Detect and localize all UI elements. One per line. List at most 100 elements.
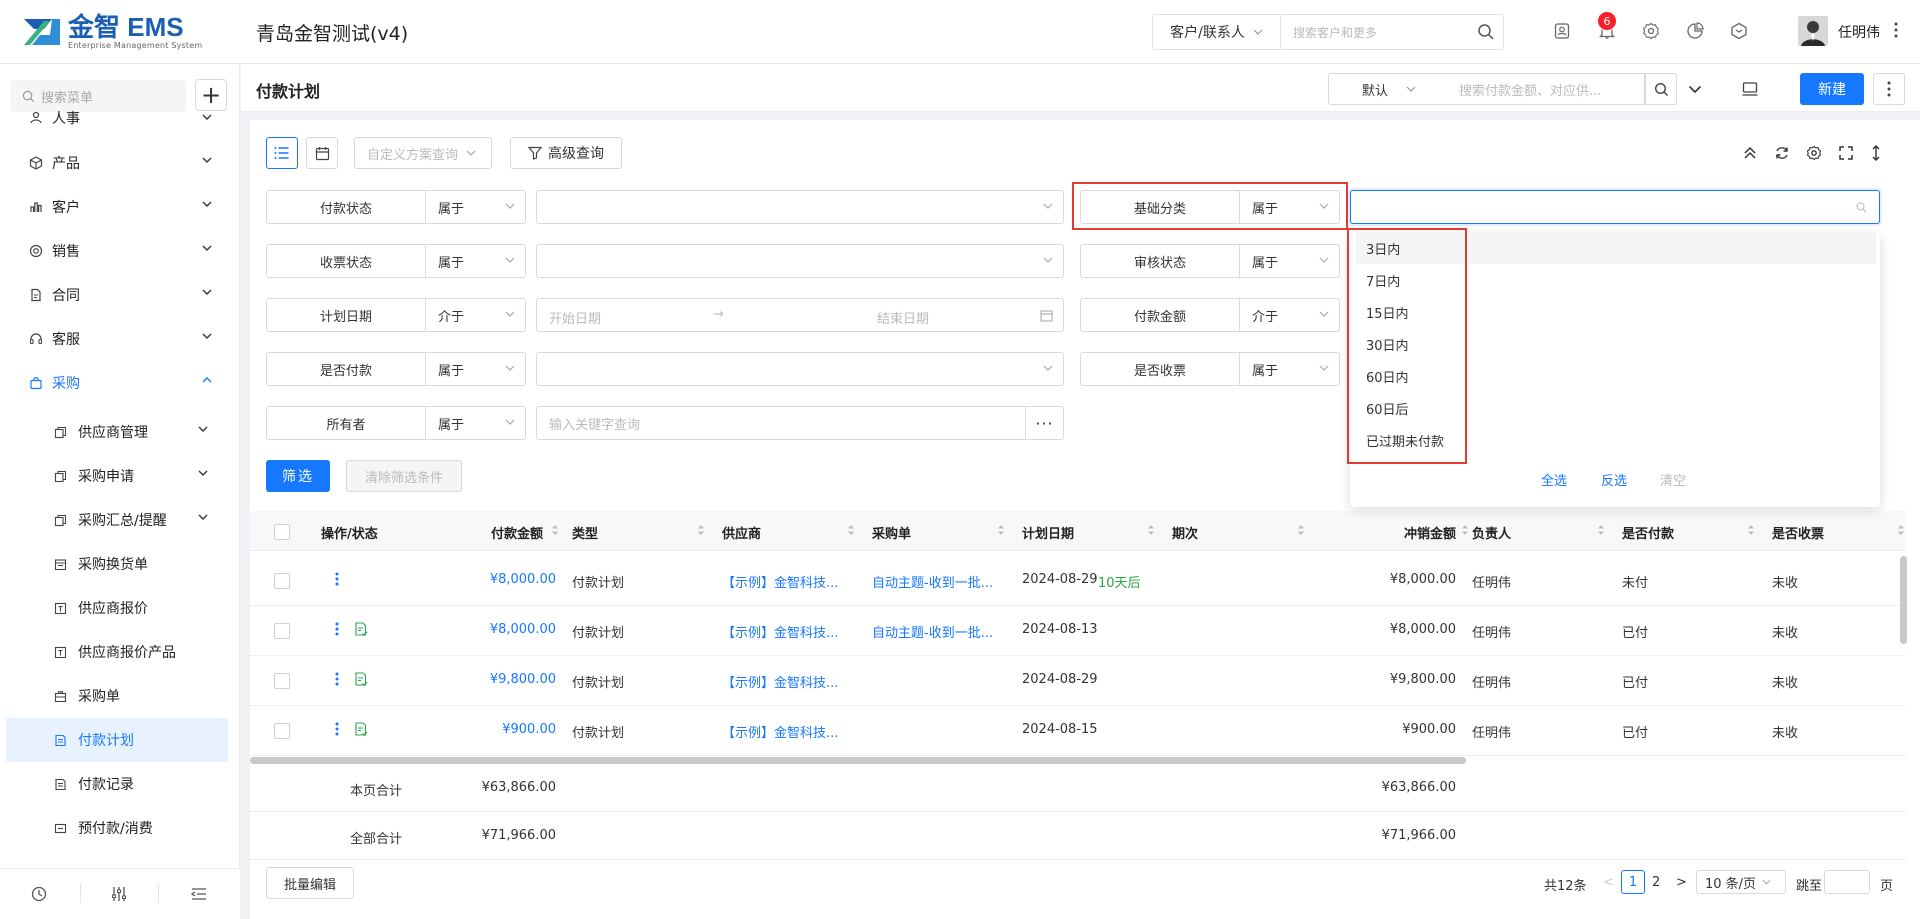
sidebar-subitem-supplier-management[interactable]: 供应商管理 [6, 410, 228, 454]
sort-icon[interactable] [551, 523, 559, 537]
filter-operator-select[interactable]: 介于 [1240, 298, 1340, 332]
page-search-button[interactable] [1645, 73, 1677, 105]
monitor-icon[interactable] [1741, 80, 1759, 98]
column-header-is-invoiced[interactable]: 是否收票 [1772, 523, 1824, 542]
collapse-up-icon[interactable] [1740, 143, 1760, 163]
sort-icon[interactable] [997, 523, 1005, 537]
company-name[interactable]: 青岛金智测试(v4) [256, 19, 408, 46]
app-logo[interactable]: 金智 EMS Enterprise Management System [22, 14, 202, 50]
sort-icon[interactable] [1747, 523, 1755, 537]
amount-cell[interactable]: ¥9,800.00 [430, 672, 556, 687]
filter-operator-select[interactable]: 属于 [426, 406, 526, 440]
sidebar-subitem-purchase-summary[interactable]: 采购汇总/提醒 [6, 498, 228, 542]
sort-icon[interactable] [1297, 523, 1305, 537]
column-header-order[interactable]: 采购单 [872, 523, 911, 542]
amount-cell[interactable]: ¥8,000.00 [430, 572, 556, 587]
row-checkbox[interactable] [274, 723, 290, 739]
select-all-checkbox[interactable] [274, 524, 290, 540]
is-paid-select[interactable] [536, 352, 1064, 386]
global-search-input[interactable]: 搜索客户和更多 [1281, 24, 1469, 41]
fullscreen-icon[interactable] [1836, 143, 1856, 163]
owner-picker-button[interactable]: ··· [1025, 406, 1064, 440]
calendar-view-button[interactable] [306, 137, 338, 169]
column-header-supplier[interactable]: 供应商 [722, 523, 761, 542]
filter-operator-select[interactable]: 属于 [1240, 244, 1340, 278]
approval-doc-icon[interactable] [354, 672, 368, 687]
clear-filter-button[interactable]: 清除筛选条件 [346, 460, 462, 492]
invert-selection-link[interactable]: 反选 [1601, 470, 1627, 489]
column-header-type[interactable]: 类型 [572, 523, 598, 542]
sidebar-subitem-supplier-quote-product[interactable]: 供应商报价产品 [6, 630, 228, 674]
page-search-input[interactable]: 搜索付款金额、对应供... [1449, 73, 1645, 105]
column-header-owner[interactable]: 负责人 [1472, 523, 1511, 542]
list-view-button[interactable] [266, 137, 298, 169]
collapse-menu-icon[interactable] [190, 885, 208, 903]
sidebar-subitem-supplier-quote[interactable]: 供应商报价 [6, 586, 228, 630]
search-icon[interactable] [1469, 23, 1503, 41]
invoice-status-select[interactable] [536, 244, 1064, 278]
supplier-link[interactable]: 【示例】金智科技... [722, 672, 838, 691]
owner-keyword-input[interactable]: 输入关键字查询 [536, 406, 1026, 440]
filter-button[interactable]: 筛选 [266, 460, 330, 492]
user-name[interactable]: 任明伟 [1838, 22, 1880, 42]
prev-page-icon[interactable]: < [1603, 875, 1614, 890]
contact-card-icon[interactable] [1551, 20, 1573, 42]
page-size-select[interactable]: 10 条/页 [1696, 870, 1786, 894]
sidebar-item-customer[interactable]: 客户 [0, 187, 232, 227]
horizontal-scrollbar[interactable] [250, 757, 1466, 764]
advanced-query-button[interactable]: 高级查询 [510, 137, 622, 169]
sort-icon[interactable] [1897, 523, 1905, 537]
search-scope-select[interactable]: 客户/联系人 [1153, 15, 1281, 49]
row-checkbox[interactable] [274, 623, 290, 639]
sidebar-item-product[interactable]: 产品 [0, 143, 232, 183]
filter-operator-select[interactable]: 属于 [426, 244, 526, 278]
filter-operator-select[interactable]: 属于 [426, 190, 526, 224]
row-actions-icon[interactable] [335, 572, 339, 586]
sidebar-item-sales[interactable]: 销售 [0, 231, 232, 271]
order-link[interactable]: 自动主题-收到一批... [872, 622, 993, 641]
filter-operator-select[interactable]: 属于 [1240, 352, 1340, 386]
sort-icon[interactable] [1147, 523, 1155, 537]
approval-doc-icon[interactable] [354, 622, 368, 637]
avatar[interactable] [1798, 16, 1828, 46]
page-1-button[interactable]: 1 [1621, 870, 1645, 894]
date-end-input[interactable]: 结束日期 [877, 308, 929, 327]
sort-icon[interactable] [847, 523, 855, 537]
filter-operator-select[interactable]: 属于 [1240, 190, 1340, 224]
vertical-scrollbar[interactable] [1900, 556, 1907, 644]
history-icon[interactable] [30, 885, 48, 903]
amount-cell[interactable]: ¥900.00 [430, 722, 556, 737]
column-header-is-paid[interactable]: 是否付款 [1622, 523, 1674, 542]
column-header-offset[interactable]: 冲销金额 [1380, 523, 1456, 542]
column-header-plan-date[interactable]: 计划日期 [1022, 523, 1074, 542]
row-checkbox[interactable] [274, 573, 290, 589]
row-checkbox[interactable] [274, 673, 290, 689]
goto-page-input[interactable] [1824, 870, 1870, 894]
table-row[interactable]: ¥9,800.00 付款计划 【示例】金智科技... 2024-08-29 ¥9,800… [250, 656, 1906, 706]
sidebar-item-hr[interactable]: 人事 [0, 100, 232, 136]
page-2-button[interactable]: 2 [1652, 875, 1660, 890]
sidebar-subitem-purchase-order[interactable]: 采购单 [6, 674, 228, 718]
batch-edit-button[interactable]: 批量编辑 [266, 867, 354, 899]
settings-icon[interactable] [1804, 143, 1824, 163]
sidebar-subitem-prepayment[interactable]: 预付款/消费 [6, 806, 228, 850]
order-link[interactable]: 自动主题-收到一批... [872, 572, 993, 591]
column-header-period[interactable]: 期次 [1172, 523, 1198, 542]
sidebar-subitem-payment-record[interactable]: 付款记录 [6, 762, 228, 806]
chevron-down-icon[interactable] [1688, 85, 1702, 94]
more-vertical-icon[interactable] [1894, 22, 1898, 38]
row-actions-icon[interactable] [335, 622, 339, 636]
sort-icon[interactable] [697, 523, 705, 537]
sort-icon[interactable] [1597, 523, 1605, 537]
select-all-link[interactable]: 全选 [1541, 470, 1567, 489]
row-height-icon[interactable] [1866, 143, 1886, 163]
sidebar-subitem-purchase-request[interactable]: 采购申请 [6, 454, 228, 498]
sidebar-subitem-payment-plan[interactable]: 付款计划 [6, 718, 228, 762]
filter-operator-select[interactable]: 介于 [426, 298, 526, 332]
approval-doc-icon[interactable] [354, 722, 368, 737]
column-header-amount[interactable]: 付款金额 [483, 523, 543, 542]
row-actions-icon[interactable] [335, 722, 339, 736]
plan-date-range-picker[interactable]: 开始日期 → 结束日期 [536, 298, 1064, 332]
clear-selection-link[interactable]: 清空 [1660, 470, 1686, 489]
table-row[interactable]: ¥8,000.00 付款计划 【示例】金智科技... 自动主题-收到一批... 2024… [250, 556, 1906, 606]
